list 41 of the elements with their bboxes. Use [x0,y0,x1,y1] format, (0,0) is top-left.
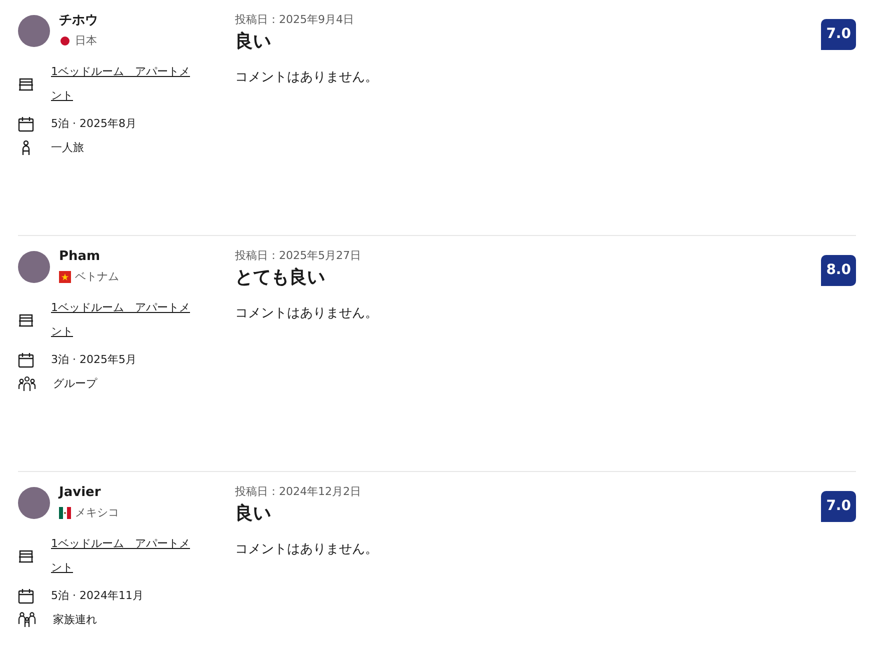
room-link[interactable]: 1ベッドルーム アパートメント [51,296,193,344]
country-name: メキシコ [75,505,119,520]
score-badge: 8.0 [821,255,856,286]
review-title: 良い [235,30,271,54]
avatar-placeholder [18,251,50,283]
review-comment: コメントはありません。 [235,305,378,323]
flag-icon [59,506,71,518]
group-icon [18,376,36,392]
bed-icon [18,313,34,327]
review-date: 投稿日：2025年5月27日 [235,248,361,264]
calendar-icon [18,116,34,132]
avatar-placeholder [18,487,50,519]
traveler-type: 家族連れ [53,612,97,628]
score-badge: 7.0 [821,491,856,522]
stay-text: 3泊 · 2025年5月 [51,352,136,368]
review-date: 投稿日：2025年9月4日 [235,12,354,28]
review-title: 良い [235,502,271,526]
reviewer-name: Javier [59,484,102,502]
avatar-placeholder [18,15,50,47]
stay-text: 5泊 · 2025年8月 [51,116,136,132]
score-badge: 7.0 [821,19,856,50]
traveler-type: 一人旅 [51,140,84,156]
calendar-icon [18,352,34,368]
review-comment: コメントはありません。 [235,541,378,559]
country-name: 日本 [75,33,97,48]
review-comment: コメントはありません。 [235,69,378,87]
flag-icon [59,34,71,46]
traveler-type: グループ [53,376,97,392]
family-icon [18,612,36,628]
reviewer-name: チホウ [59,12,98,30]
calendar-icon [18,588,34,604]
stay-text: 5泊 · 2024年11月 [51,588,144,604]
room-link[interactable]: 1ベッドルーム アパートメント [51,60,193,108]
bed-icon [18,549,34,563]
room-link[interactable]: 1ベッドルーム アパートメント [51,532,193,580]
review-date: 投稿日：2024年12月2日 [235,484,361,500]
flag-icon [59,270,71,282]
review-title: とても良い [235,266,325,290]
bed-icon [18,77,34,91]
country-name: ベトナム [75,269,119,284]
reviewer-name: Pham [59,248,102,266]
